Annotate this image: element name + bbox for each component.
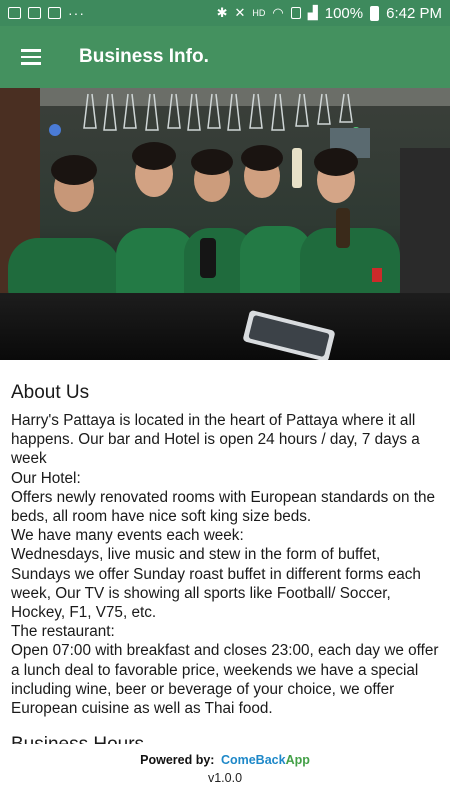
image-icon [8,7,21,19]
about-paragraph: Harry's Pattaya is located in the heart … [11,412,420,468]
wifi-icon: ◠ [272,5,284,20]
status-bar-right: ✱ ✕ HD ◠ ▟ 100% 6:42 PM [217,5,442,22]
clock: 6:42 PM [386,4,442,22]
about-paragraph: We have many events each week: [11,527,244,545]
more-dots-icon: ··· [68,5,85,21]
powered-by: Powered by: ComeBackApp [0,753,450,767]
status-bar-left: ··· [8,5,85,21]
about-paragraph: The restaurant: [11,623,115,641]
brand-part1: ComeBack [220,753,286,767]
powered-by-label: Powered by: [140,753,215,767]
about-paragraph: Our Hotel: [11,469,81,487]
version-label: v1.0.0 [207,771,243,785]
brand-link[interactable]: ComeBackApp [221,753,310,767]
battery-icon [370,5,380,21]
page-title: Business Info. [79,46,209,67]
sim-icon [290,7,301,19]
hero-photo [0,88,450,360]
about-paragraph: Wednesdays, live music and stew in the f… [11,546,421,622]
about-title: About Us [11,382,90,403]
hamburger-menu-icon[interactable] [0,26,62,88]
status-bar: ··· ✱ ✕ HD ◠ ▟ 100% 6:42 PM [0,0,450,26]
battery-percent: 100% [324,4,364,22]
footer: Powered by: ComeBackApp v1.0.0 [0,744,450,800]
about-paragraph: Offers newly renovated rooms with Europe… [11,488,436,526]
news-icon [48,7,61,19]
signal-icon: ▟ [307,5,318,20]
hd-label: HD [252,8,266,18]
mute-icon: ✕ [234,5,246,20]
app-bar: Business Info. [0,26,450,88]
brand-part2: App [285,753,310,767]
facebook-icon [28,7,41,19]
bluetooth-icon: ✱ [216,5,228,20]
about-section: About Us Harry's Pattaya is located in t… [11,380,441,763]
about-paragraph: Open 07:00 with breakfast and closes 23:… [11,642,439,718]
